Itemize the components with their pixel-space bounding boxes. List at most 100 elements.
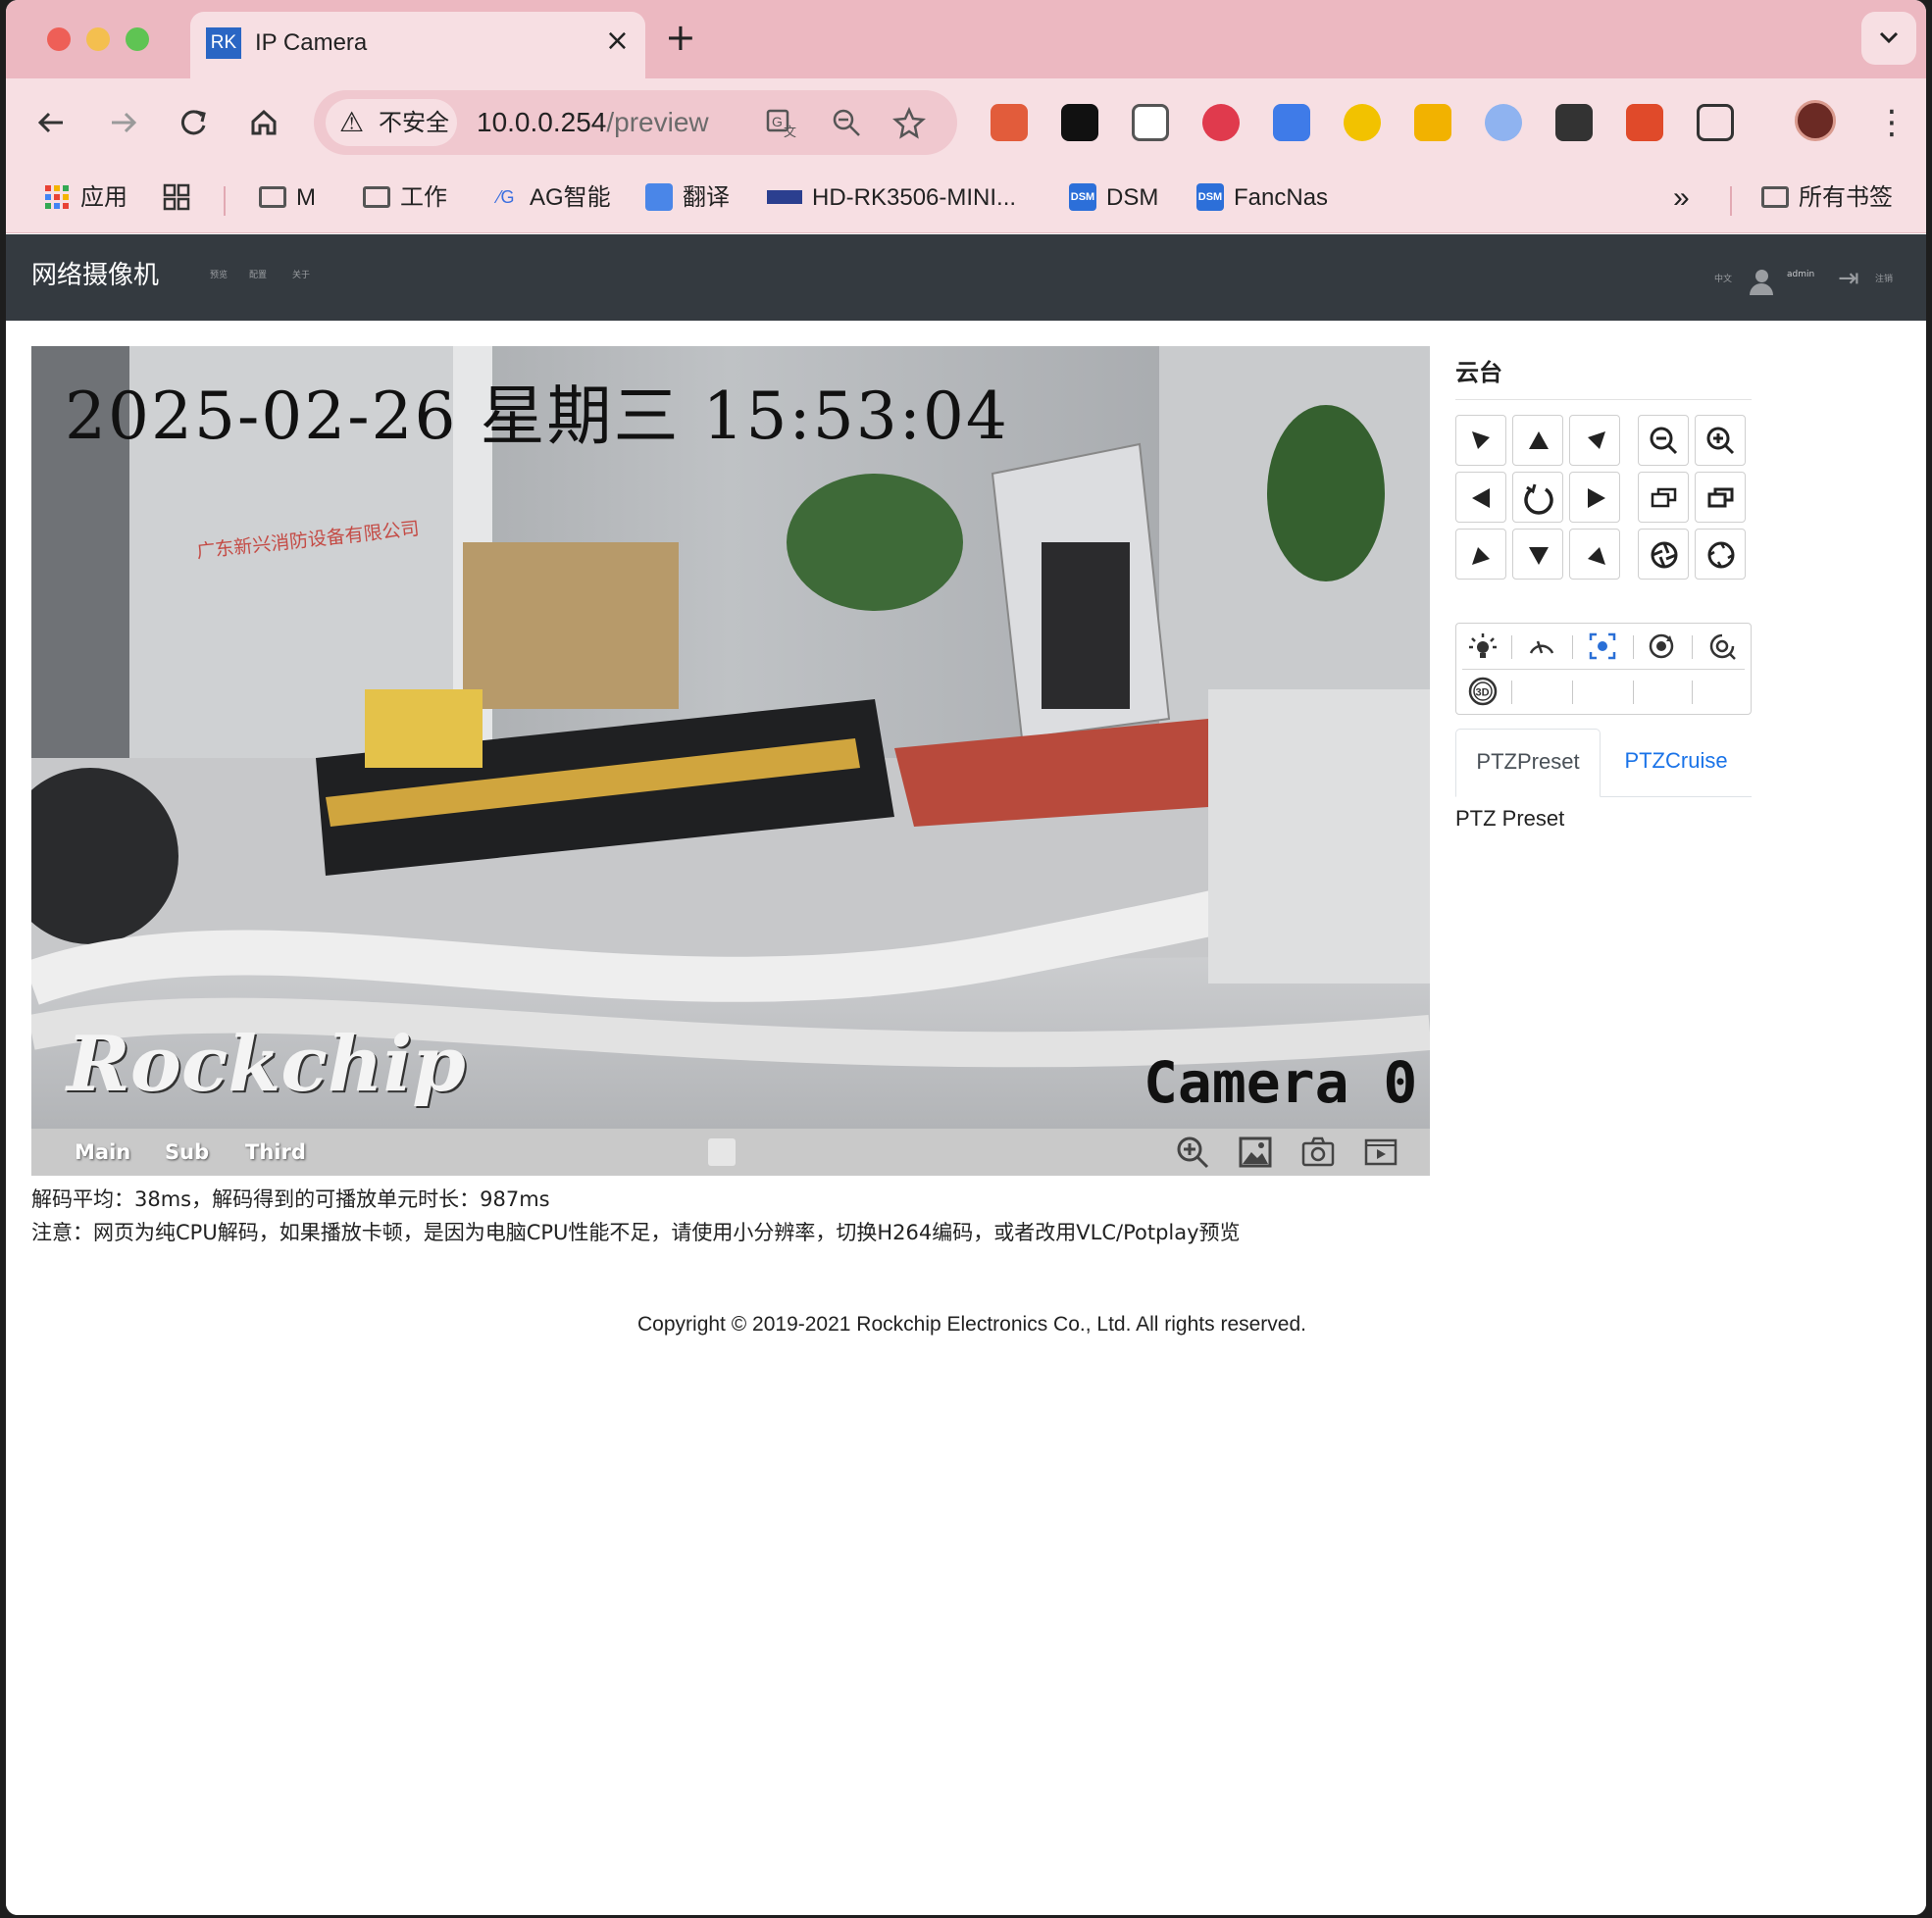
language-switch[interactable]: 中文 (1714, 272, 1732, 284)
extension-color-icon[interactable] (1344, 104, 1381, 141)
ptz-focus-near-button[interactable] (1638, 472, 1689, 523)
bookmark-hd-rk3506[interactable]: HD-RK3506-MINI... (767, 180, 1016, 216)
extension-m-icon[interactable] (1202, 104, 1240, 141)
extension-copy-icon[interactable] (1132, 104, 1169, 141)
url-host: 10.0.0.254 (477, 107, 607, 137)
zoom-in-icon[interactable] (1175, 1135, 1210, 1170)
bookmark-label: FancNas (1234, 184, 1329, 211)
ptz-down-button[interactable] (1512, 529, 1563, 580)
stream-third-button[interactable]: Third (245, 1136, 306, 1168)
page-content: 网络摄像机 预览 配置 关于 中文 admin ⇥ 注销 广东新兴消防设备有限公… (6, 234, 1926, 1915)
bookmark-folder-work[interactable]: 工作 (363, 180, 447, 216)
home-button[interactable] (241, 100, 286, 145)
bookmark-apps[interactable]: 应用 (43, 180, 127, 216)
app-brand[interactable]: 网络摄像机 (31, 256, 159, 295)
ptz-right-button[interactable] (1569, 472, 1620, 523)
tab-ptz-preset[interactable]: PTZPreset (1455, 729, 1601, 797)
bookmark-folder-m[interactable]: M (259, 180, 316, 216)
stream-sub-button[interactable]: Sub (165, 1136, 209, 1168)
extension-translate-icon[interactable] (1273, 104, 1310, 141)
security-chip[interactable]: ⚠ 不安全 (326, 99, 457, 146)
nav-preview-link[interactable]: 预览 (210, 270, 228, 281)
browser-menu-icon[interactable]: ⋮ (1875, 98, 1908, 147)
arrow-left-icon (37, 112, 63, 133)
camera-icon[interactable] (1300, 1135, 1336, 1170)
extension-telegram-icon[interactable] (1485, 104, 1522, 141)
light-icon[interactable] (1466, 630, 1500, 663)
nav-config-link[interactable]: 配置 (249, 270, 267, 281)
extension-p-icon[interactable] (1626, 104, 1663, 141)
extensions-puzzle-icon[interactable] (1697, 104, 1734, 141)
divider (1462, 669, 1745, 670)
record-icon[interactable] (1363, 1135, 1398, 1170)
ptz-down-right-button[interactable] (1569, 529, 1620, 580)
nav-about-link[interactable]: 关于 (292, 270, 310, 281)
video-player[interactable]: 广东新兴消防设备有限公司 2025-02-26 星期三 15:53:04 Roc… (31, 346, 1430, 1129)
auto-scan-icon (1524, 483, 1553, 515)
bookmark-fancnas[interactable]: DSM FancNas (1196, 180, 1328, 216)
profile-avatar[interactable] (1795, 100, 1836, 141)
bookmark-ag[interactable]: ⁄G AG智能 (492, 180, 610, 216)
forward-button[interactable] (100, 100, 145, 145)
ptz-down-left-button[interactable] (1455, 529, 1506, 580)
ptz-iris-close-button[interactable] (1695, 529, 1746, 580)
divider (1692, 635, 1693, 659)
ptz-up-right-button[interactable] (1569, 415, 1620, 466)
ptz-auto-button[interactable] (1512, 472, 1563, 523)
address-bar[interactable]: ⚠ 不安全 10.0.0.254/preview G文 (314, 90, 957, 155)
logout-icon[interactable]: ⇥ (1838, 264, 1859, 293)
back-button[interactable] (29, 100, 75, 145)
3d-icon[interactable]: 3D (1466, 675, 1500, 708)
extension-download-icon[interactable] (1414, 104, 1451, 141)
username-label[interactable]: admin (1787, 270, 1814, 279)
refresh-icon[interactable] (1645, 630, 1678, 663)
browser-tab-active[interactable]: RK IP Camera × (190, 12, 645, 78)
window-minimize-button[interactable] (86, 27, 110, 51)
reload-button[interactable] (171, 100, 216, 145)
window-maximize-button[interactable] (126, 27, 149, 51)
ptz-focus-far-button[interactable] (1695, 472, 1746, 523)
extension-key-icon[interactable] (1555, 104, 1593, 141)
bookmark-all[interactable]: 所有书签 (1761, 180, 1893, 216)
url-text[interactable]: 10.0.0.254/preview (477, 106, 709, 139)
image-icon[interactable] (1238, 1135, 1273, 1170)
ptz-up-left-button[interactable] (1455, 415, 1506, 466)
new-tab-button[interactable]: + (665, 18, 696, 57)
ptz-up-button[interactable] (1512, 415, 1563, 466)
bookmark-separator (224, 186, 226, 216)
ptz-zoom-in-button[interactable] (1695, 415, 1746, 466)
tab-ptz-cruise[interactable]: PTZCruise (1601, 729, 1752, 797)
wiper-icon[interactable] (1525, 630, 1558, 663)
ptz-preset-heading: PTZ Preset (1455, 806, 1565, 831)
ptz-function-panel: 3D (1455, 623, 1752, 715)
bookmark-dsm[interactable]: DSM DSM (1069, 180, 1158, 216)
stop-button[interactable] (708, 1138, 736, 1166)
focus-frame-icon[interactable] (1586, 630, 1619, 663)
ptz-title: 云台 (1455, 359, 1502, 386)
bookmark-star-icon[interactable] (892, 106, 926, 147)
tab-search-button[interactable] (1861, 12, 1916, 65)
zoom-icon[interactable] (830, 106, 863, 147)
app-navbar: 网络摄像机 预览 配置 关于 中文 admin ⇥ 注销 (6, 234, 1926, 321)
ptz-zoom-out-button[interactable] (1638, 415, 1689, 466)
logout-link[interactable]: 注销 (1875, 272, 1893, 284)
window-close-button[interactable] (47, 27, 71, 51)
divider (1572, 681, 1573, 704)
translate-icon[interactable]: G文 (765, 106, 798, 147)
up-left-arrow-icon (1472, 431, 1490, 449)
iris-open-icon (1651, 541, 1678, 569)
stream-main-button[interactable]: Main (75, 1136, 130, 1168)
bookmark-grid[interactable] (163, 180, 200, 216)
folder-icon (259, 185, 286, 208)
bookmark-separator (1730, 186, 1732, 216)
bookmarks-overflow-button[interactable]: » (1673, 180, 1690, 216)
extension-glasses-icon[interactable] (1061, 104, 1098, 141)
extension-dice-icon[interactable] (991, 104, 1028, 141)
ptz-iris-open-button[interactable] (1638, 529, 1689, 580)
tab-close-button[interactable]: × (605, 25, 630, 57)
divider (1511, 681, 1512, 704)
rotate-icon[interactable] (1705, 630, 1739, 663)
zoom-out-icon (1650, 427, 1678, 455)
ptz-left-button[interactable] (1455, 472, 1506, 523)
bookmark-translate[interactable]: 翻译 (645, 180, 730, 216)
